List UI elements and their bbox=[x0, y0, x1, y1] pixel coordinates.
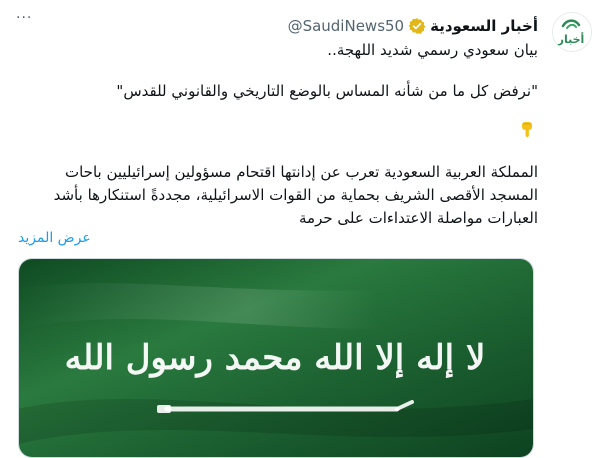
flag-shahada-text: لا إله إلا الله محمد رسول الله bbox=[65, 338, 486, 378]
tweet-media-image[interactable]: لا إله إلا الله محمد رسول الله bbox=[18, 258, 534, 458]
pointing-down-emoji-icon bbox=[520, 122, 534, 138]
tweet-card[interactable]: أخبار أخبار السعودية @SaudiNews50 ··· بي… bbox=[0, 0, 600, 458]
avatar-logo-icon: أخبار bbox=[553, 13, 591, 51]
tweet-quote: "نرفض كل ما من شأنه المساس بالوضع التاري… bbox=[116, 82, 538, 100]
verified-badge-icon bbox=[408, 17, 426, 35]
author-name[interactable]: أخبار السعودية bbox=[430, 17, 538, 35]
tweet-header: أخبار السعودية @SaudiNews50 bbox=[288, 15, 538, 37]
more-options-button[interactable]: ··· bbox=[16, 10, 32, 26]
author-handle[interactable]: @SaudiNews50 bbox=[288, 17, 405, 35]
avatar[interactable]: أخبار bbox=[552, 12, 592, 52]
saudi-flag-image: لا إله إلا الله محمد رسول الله bbox=[19, 259, 533, 457]
tweet-paragraph: المملكة العربية السعودية تعرب عن إدانتها… bbox=[53, 163, 538, 227]
tweet-text-line1: بيان سعودي رسمي شديد اللهجة.. bbox=[327, 41, 538, 59]
show-more-link[interactable]: عرض المزيد bbox=[18, 230, 91, 246]
avatar-text: أخبار bbox=[557, 32, 585, 46]
